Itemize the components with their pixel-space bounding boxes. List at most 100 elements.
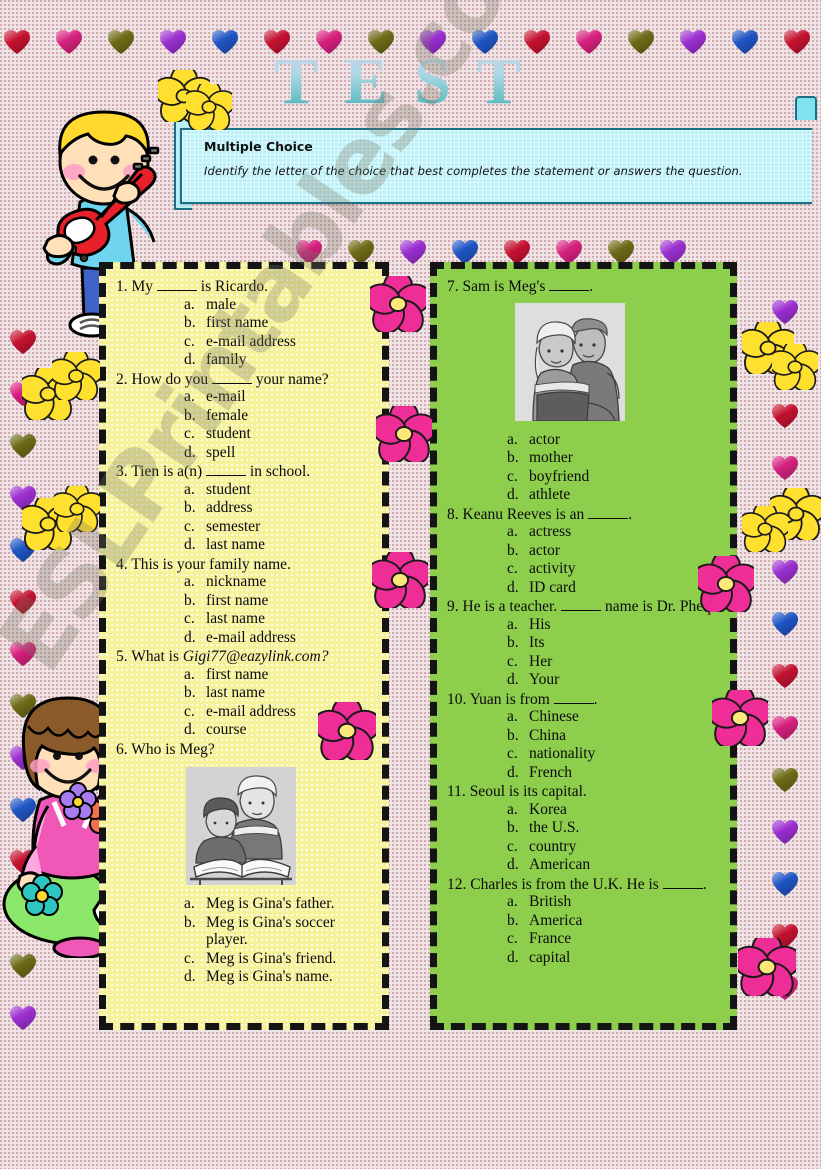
option-item[interactable]: c. Meg is Gina's friend.: [116, 950, 372, 968]
option-item[interactable]: a. His: [447, 616, 720, 634]
question-block: 12. Charles is from the U.K. He is . a. Br…: [447, 876, 720, 967]
option-item[interactable]: d. capital: [447, 949, 720, 967]
instruction-box: Multiple Choice Identify the letter of t…: [180, 128, 812, 204]
option-text: French: [529, 763, 573, 781]
heart-icon: [772, 404, 798, 428]
option-item[interactable]: d. athlete: [447, 486, 720, 504]
yellow-flower: [186, 84, 232, 130]
option-item[interactable]: a. Meg is Gina's father.: [116, 895, 372, 913]
option-item[interactable]: b. last name: [116, 684, 372, 702]
option-item[interactable]: d. Meg is Gina's name.: [116, 968, 372, 986]
option-item[interactable]: b. Its: [447, 634, 720, 652]
option-item[interactable]: c. student: [116, 425, 372, 443]
pink-flower: [698, 556, 754, 612]
option-text: Its: [529, 634, 545, 651]
option-letter: c.: [184, 610, 195, 627]
option-item[interactable]: a. British: [447, 893, 720, 911]
option-item[interactable]: d. French: [447, 764, 720, 782]
option-letter: d.: [507, 856, 519, 873]
option-letter: a.: [507, 430, 518, 448]
option-letter: d.: [184, 628, 196, 646]
option-item[interactable]: a. Chinese: [447, 708, 720, 726]
option-letter: b.: [507, 911, 519, 929]
option-item[interactable]: b. mother: [447, 449, 720, 467]
option-item[interactable]: c. nationality: [447, 745, 720, 763]
option-item[interactable]: d. Your: [447, 671, 720, 689]
heart-icon: [772, 612, 798, 636]
option-letter: a.: [184, 895, 195, 912]
option-letter: d.: [184, 968, 196, 985]
option-item[interactable]: d. e-mail address: [116, 629, 372, 647]
answer-blank[interactable]: [156, 290, 197, 291]
answer-blank[interactable]: [662, 887, 703, 889]
option-item[interactable]: a. first name: [116, 666, 372, 684]
option-item[interactable]: c. boyfriend: [447, 468, 720, 486]
option-item[interactable]: c. France: [447, 930, 720, 948]
option-item[interactable]: a. actor: [447, 431, 720, 449]
option-item[interactable]: a. male: [116, 296, 372, 314]
option-item[interactable]: b. address: [116, 499, 372, 517]
option-item[interactable]: b. actor: [447, 542, 720, 560]
heart-icon: [732, 30, 758, 54]
option-letter: b.: [184, 499, 196, 516]
option-item[interactable]: a. e-mail: [116, 388, 372, 406]
question-number: 2.: [116, 370, 132, 388]
option-item[interactable]: c. semester: [116, 518, 372, 536]
option-item[interactable]: b. first name: [116, 592, 372, 610]
pink-flower: [372, 552, 428, 608]
question-number: 8.: [447, 505, 463, 523]
option-item[interactable]: d. American: [447, 856, 720, 874]
option-letter: d.: [184, 443, 196, 461]
option-text: last name: [206, 684, 265, 701]
option-text: boyfriend: [529, 467, 590, 485]
answer-blank[interactable]: [206, 475, 247, 476]
option-list: a. His b. Its c. Her d. Your: [447, 616, 720, 689]
answer-blank[interactable]: [549, 290, 590, 291]
option-text: first name: [206, 314, 269, 331]
option-item[interactable]: b. Meg is Gina's soccer player.: [116, 914, 372, 949]
heart-icon: [576, 30, 602, 54]
option-text: male: [206, 295, 237, 313]
option-item[interactable]: b. China: [447, 727, 720, 745]
option-item[interactable]: a. actress: [447, 523, 720, 541]
option-item[interactable]: d. last name: [116, 536, 372, 554]
answer-blank[interactable]: [553, 702, 594, 704]
option-item[interactable]: c. activity: [447, 560, 720, 578]
option-item[interactable]: b. America: [447, 912, 720, 930]
option-item[interactable]: d. family: [116, 351, 372, 369]
option-text: British: [529, 893, 572, 910]
option-item[interactable]: c. country: [447, 838, 720, 856]
heart-icon: [420, 30, 446, 54]
question-stem: How do you: [131, 370, 213, 388]
question-block: 1. My is Ricardo. a. male b. first name c. e-m…: [116, 279, 372, 369]
option-item[interactable]: a. Korea: [447, 801, 720, 819]
option-item[interactable]: b. first name: [116, 314, 372, 332]
question-block: 8. Keanu Reeves is an . a. actress b. actor c…: [447, 505, 720, 597]
answer-blank[interactable]: [212, 382, 253, 384]
heart-icon: [472, 30, 498, 54]
option-text: America: [529, 911, 583, 929]
option-item[interactable]: d. spell: [116, 444, 372, 462]
answer-blank[interactable]: [588, 517, 629, 519]
heart-icon: [772, 300, 798, 324]
option-letter: c.: [507, 652, 518, 670]
question-tail: .: [628, 505, 633, 523]
option-item[interactable]: c. Her: [447, 653, 720, 671]
option-item[interactable]: c. last name: [116, 610, 372, 628]
question-number: 3.: [116, 463, 132, 480]
question-stem: Yuan is from: [469, 690, 554, 708]
option-item[interactable]: c. e-mail address: [116, 333, 372, 351]
question-number: 11.: [447, 783, 470, 800]
option-item[interactable]: d. ID card: [447, 579, 720, 597]
option-item[interactable]: b. the U.S.: [447, 819, 720, 837]
option-item[interactable]: a. student: [116, 481, 372, 499]
heart-icon: [368, 30, 394, 54]
heart-icon: [348, 240, 374, 264]
question-tail: .: [593, 690, 598, 708]
option-item[interactable]: b. female: [116, 407, 372, 425]
option-text: mother: [529, 449, 573, 466]
option-item[interactable]: a. nickname: [116, 573, 372, 591]
instruction-body: Identify the letter of the choice that b…: [204, 164, 743, 178]
option-text: e-mail address: [206, 628, 296, 646]
answer-blank[interactable]: [561, 610, 602, 611]
